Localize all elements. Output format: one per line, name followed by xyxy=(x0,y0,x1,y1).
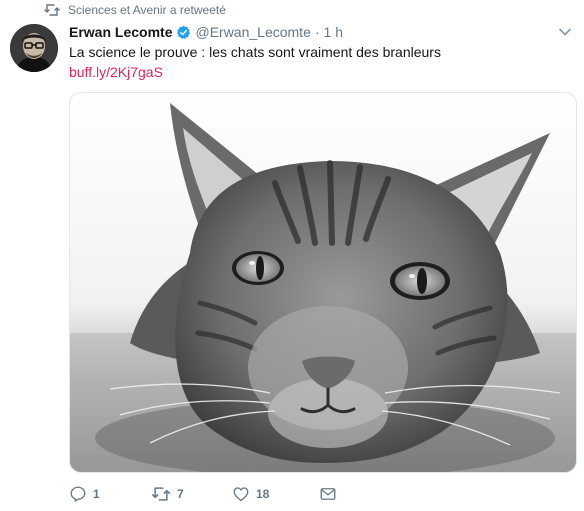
tweet-link[interactable]: buff.ly/2Kj7gaS xyxy=(69,63,163,82)
retweet-icon xyxy=(44,3,60,17)
envelope-icon xyxy=(319,485,337,503)
tweet-header: Erwan Lecomte @Erwan_Lecomte · 1 h xyxy=(69,22,343,42)
tweet-timestamp[interactable]: 1 h xyxy=(324,24,343,40)
author-handle[interactable]: @Erwan_Lecomte xyxy=(195,24,310,40)
verified-badge-icon xyxy=(176,25,191,40)
reply-button[interactable]: 1 xyxy=(69,485,151,503)
retweet-button[interactable]: 7 xyxy=(151,485,232,503)
retweeter-link[interactable]: Sciences et Avenir a retweeté xyxy=(68,3,226,17)
retweet-icon xyxy=(151,485,171,503)
tweet-actions: 1 7 18 xyxy=(69,483,337,505)
message-button[interactable] xyxy=(319,485,337,503)
tweet-text: La science le prouve : les chats sont vr… xyxy=(69,44,441,60)
like-button[interactable]: 18 xyxy=(232,485,319,503)
retweet-count: 7 xyxy=(177,487,184,501)
tweet-media[interactable] xyxy=(69,92,577,473)
avatar[interactable] xyxy=(10,24,58,72)
cat-photo xyxy=(70,93,576,472)
chevron-down-icon[interactable] xyxy=(558,27,572,37)
author-name[interactable]: Erwan Lecomte xyxy=(69,24,172,40)
heart-icon xyxy=(232,485,250,503)
separator-dot: · xyxy=(314,24,320,40)
reply-count: 1 xyxy=(93,487,100,501)
reply-icon xyxy=(69,485,87,503)
like-count: 18 xyxy=(256,487,270,501)
retweet-context: Sciences et Avenir a retweeté xyxy=(44,1,226,19)
